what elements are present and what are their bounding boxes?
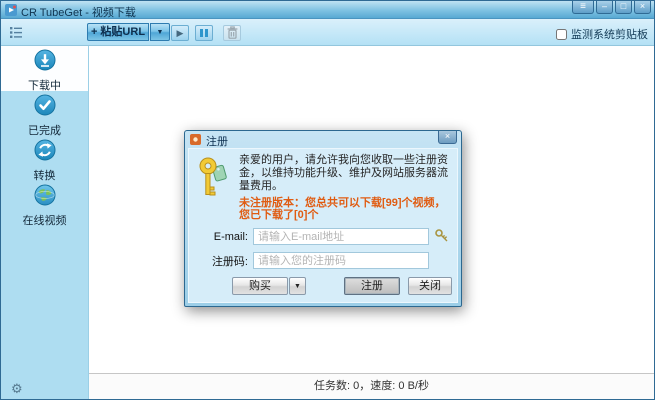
close-button[interactable]: 关闭: [408, 277, 452, 295]
sidebar-item-completed[interactable]: 已完成: [1, 91, 88, 136]
window-title: CR TubeGet - 视频下载: [21, 4, 136, 20]
unregistered-prefix: 未注册版本：: [239, 197, 305, 209]
maximize-icon[interactable]: □: [615, 1, 632, 14]
titlebar: CR TubeGet - 视频下载 ≡ – □ ×: [1, 1, 654, 19]
toolbar: + 粘贴URL ▼ ▶ 监测系统剪贴板: [1, 19, 654, 46]
unregistered-notice: 未注册版本：您总共可以下载[99]个视频，您已下载了[0]个: [239, 197, 450, 221]
sidebar-item-label: 在线视频: [1, 212, 88, 228]
close-icon[interactable]: ×: [634, 1, 651, 14]
sidebar-item-online-video[interactable]: 在线视频: [1, 181, 88, 226]
speed-label: ，速度:: [359, 380, 398, 392]
registration-key-icon: [198, 156, 230, 200]
dialog-icon: [190, 134, 201, 145]
convert-icon: [34, 139, 56, 161]
dialog-title: 注册: [206, 133, 228, 149]
paste-url-button[interactable]: + 粘贴URL: [87, 23, 149, 41]
menu-icon[interactable]: ≡: [572, 1, 594, 14]
monitor-clipboard-label: 监测系统剪贴板: [571, 26, 648, 42]
email-field[interactable]: [253, 228, 429, 245]
globe-icon: [34, 184, 56, 206]
sidebar: 下载中 已完成 转换: [1, 46, 89, 399]
minimize-icon[interactable]: –: [596, 1, 613, 14]
register-button[interactable]: 注册: [344, 277, 400, 295]
sidebar-item-downloading[interactable]: 下载中: [1, 46, 88, 91]
app-window: CR TubeGet - 视频下载 ≡ – □ × + 粘贴URL ▼ ▶: [0, 0, 655, 400]
task-list-icon[interactable]: [9, 25, 23, 40]
trash-icon: [226, 26, 239, 40]
delete-task-button[interactable]: [223, 25, 241, 41]
dialog-titlebar: 注册 ×: [185, 131, 461, 148]
tasks-label: 任务数:: [314, 380, 353, 392]
buy-button[interactable]: 购买: [232, 277, 288, 295]
play-icon: ▶: [177, 28, 184, 38]
dialog-message: 亲爱的用户，请允许我向您收取一些注册资金，以维持功能升级、维护及网站服务器流量费…: [239, 154, 450, 193]
regcode-field[interactable]: [253, 252, 429, 269]
email-label: E-mail:: [196, 231, 248, 243]
buy-dropdown-icon[interactable]: ▼: [289, 277, 306, 295]
check-icon: [34, 94, 56, 116]
download-icon: [34, 49, 56, 71]
regcode-label: 注册码:: [196, 253, 248, 269]
window-controls: ≡ – □ ×: [572, 1, 651, 14]
start-download-button[interactable]: ▶: [171, 25, 189, 41]
dialog-body: 亲爱的用户，请允许我向您收取一些注册资金，以维持功能升级、维护及网站服务器流量费…: [188, 148, 458, 303]
pause-icon: [200, 29, 203, 37]
paste-url-dropdown-icon[interactable]: ▼: [150, 23, 170, 41]
status-bar: 任务数: 0，速度: 0 B/秒: [89, 373, 654, 399]
app-icon: [5, 4, 17, 16]
monitor-clipboard-option: 监测系统剪贴板: [556, 26, 648, 42]
small-key-icon: [434, 228, 450, 244]
settings-gear-icon[interactable]: ⚙: [11, 382, 23, 395]
sidebar-item-convert[interactable]: 转换: [1, 136, 88, 181]
dialog-buttons: 购买 ▼ 注册 关闭: [196, 277, 450, 295]
pause-download-button[interactable]: [195, 25, 213, 41]
register-dialog: 注册 × 亲爱的用户，请允许我向您收取一些注册资金，: [184, 130, 462, 307]
speed-value: 0 B/秒: [398, 380, 429, 392]
dialog-close-icon[interactable]: ×: [438, 131, 457, 144]
key-lookup-button[interactable]: [433, 228, 450, 245]
monitor-clipboard-checkbox[interactable]: [556, 29, 567, 40]
